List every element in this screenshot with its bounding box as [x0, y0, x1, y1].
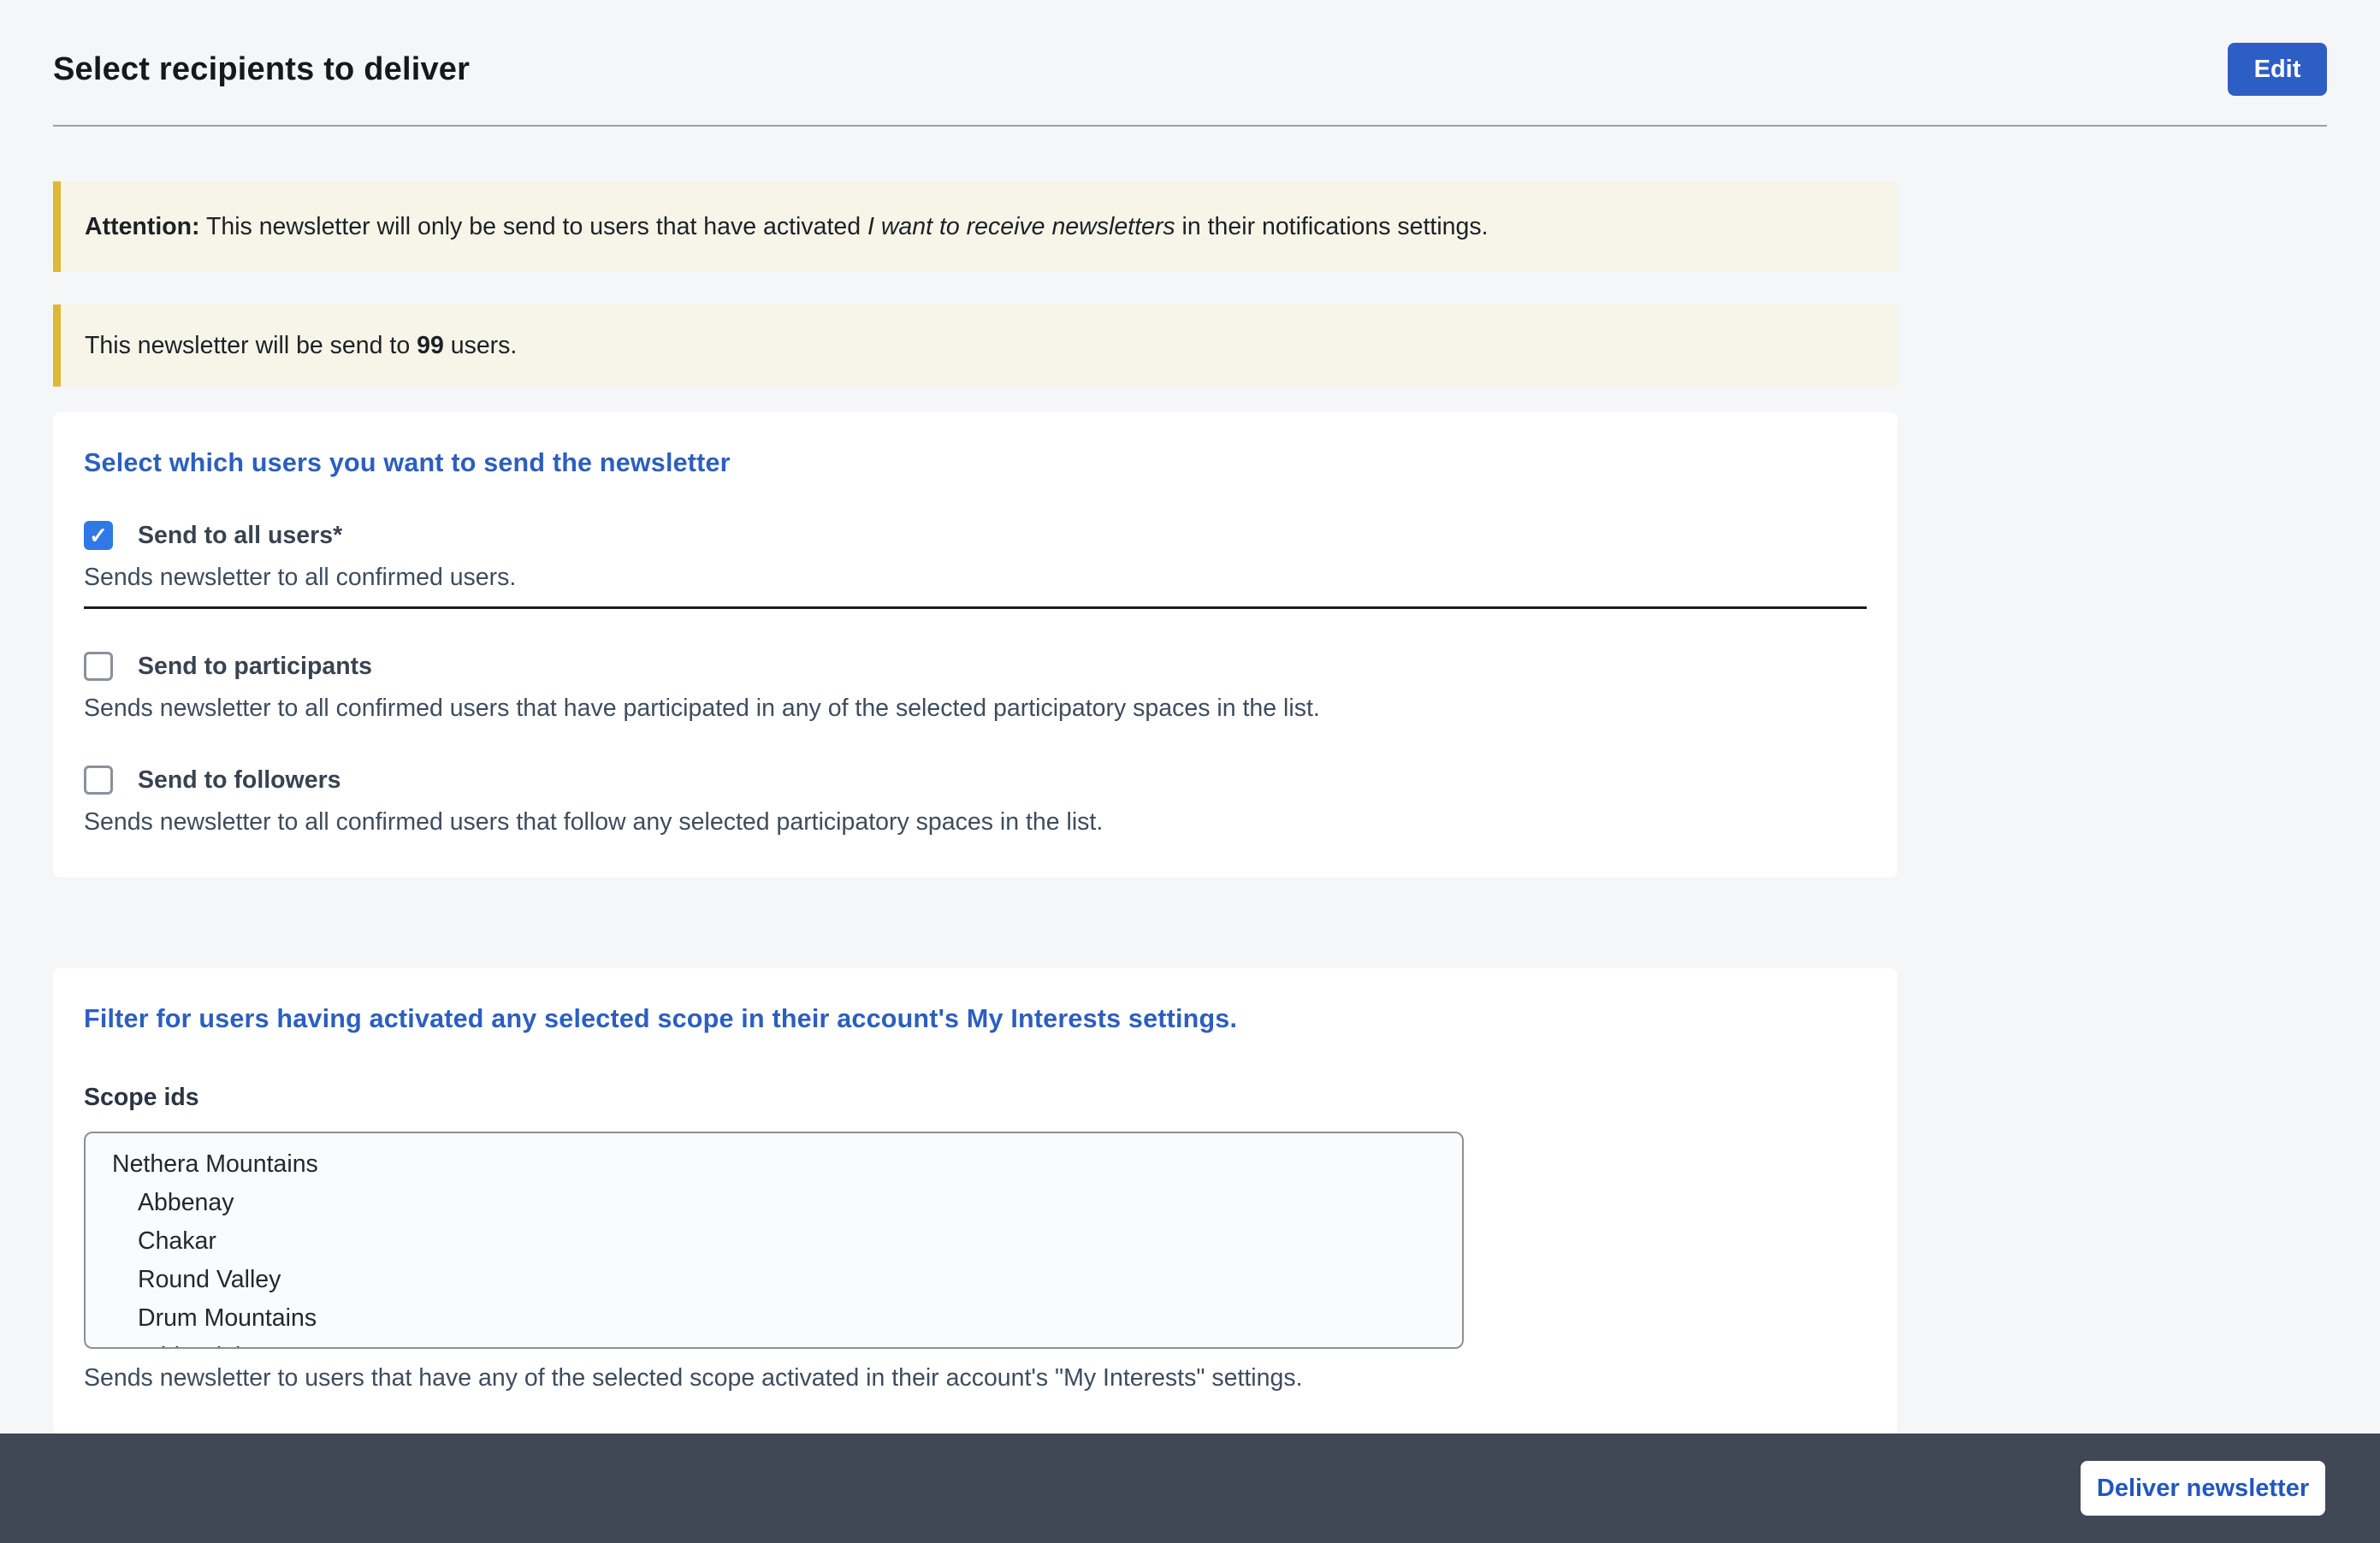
newsletter-recipients-page: Select recipients to deliver Edit Attent…: [0, 0, 2380, 1483]
attention-callout: Attention: This newsletter will only be …: [53, 181, 1897, 272]
scope-option-abbenay[interactable]: Abbenay: [86, 1184, 1462, 1222]
options-divider: [84, 606, 1867, 609]
attention-text-before: This newsletter will only be send to use…: [200, 213, 867, 240]
recipients-card-heading: Select which users you want to send the …: [84, 448, 1867, 478]
scope-ids-listbox[interactable]: Nethera Mountains Abbenay Chakar Round V…: [84, 1132, 1464, 1349]
send-to-followers-label: Send to followers: [138, 766, 341, 795]
send-to-all-users-label: Send to all users*: [138, 522, 342, 550]
attention-text-after: in their notifications settings.: [1175, 213, 1489, 240]
page-header: Select recipients to deliver Edit: [53, 0, 2327, 127]
scope-option-round-valley[interactable]: Round Valley: [86, 1261, 1462, 1299]
scope-filter-help: Sends newsletter to users that have any …: [84, 1364, 1867, 1392]
send-to-all-users-checkbox[interactable]: ✓: [84, 521, 113, 550]
send-to-followers-row[interactable]: Send to followers: [84, 766, 1867, 795]
send-to-participants-help: Sends newsletter to all confirmed users …: [84, 695, 1867, 723]
count-text-after: users.: [444, 332, 518, 359]
edit-button[interactable]: Edit: [2228, 43, 2327, 96]
recipient-count-callout: This newsletter will be send to 99 users…: [53, 304, 1897, 387]
page-title: Select recipients to deliver: [53, 51, 470, 88]
footer-action-bar: Deliver newsletter: [0, 1434, 2380, 1543]
deliver-newsletter-button[interactable]: Deliver newsletter: [2081, 1461, 2325, 1516]
send-to-participants-row[interactable]: Send to participants: [84, 652, 1867, 681]
send-to-followers-help: Sends newsletter to all confirmed users …: [84, 808, 1867, 837]
recipient-count-number: 99: [417, 332, 444, 359]
main-content: Select recipients to deliver Edit Attent…: [0, 0, 2380, 1434]
recipients-card: Select which users you want to send the …: [53, 412, 1897, 878]
send-to-followers-checkbox[interactable]: [84, 766, 113, 795]
scope-option-drum-mountains[interactable]: Drum Mountains: [86, 1299, 1462, 1338]
count-text-before: This newsletter will be send to: [85, 332, 417, 359]
option-send-to-participants: Send to participants Sends newsletter to…: [84, 652, 1867, 723]
recipient-count-text: This newsletter will be send to 99 users…: [85, 332, 517, 360]
scope-ids-label: Scope ids: [84, 1084, 1867, 1112]
attention-italic-phrase: I want to receive newsletters: [867, 213, 1175, 240]
scope-filter-card: Filter for users having activated any se…: [53, 968, 1897, 1434]
option-send-to-followers: Send to followers Sends newsletter to al…: [84, 766, 1867, 837]
scope-option-chakar[interactable]: Chakar: [86, 1222, 1462, 1261]
scope-option-wide-plain[interactable]: Wide Plain: [86, 1338, 1462, 1349]
attention-callout-text: Attention: This newsletter will only be …: [85, 213, 1489, 241]
send-to-all-users-row[interactable]: ✓ Send to all users*: [84, 521, 1867, 550]
option-send-to-all-users: ✓ Send to all users* Sends newsletter to…: [84, 521, 1867, 609]
send-to-all-users-help: Sends newsletter to all confirmed users.: [84, 564, 1867, 592]
attention-prefix: Attention:: [85, 213, 200, 240]
send-to-participants-checkbox[interactable]: [84, 652, 113, 681]
send-to-participants-label: Send to participants: [138, 653, 372, 681]
scope-option-nethera-mountains[interactable]: Nethera Mountains: [86, 1145, 1462, 1184]
scope-filter-heading: Filter for users having activated any se…: [84, 1004, 1867, 1034]
